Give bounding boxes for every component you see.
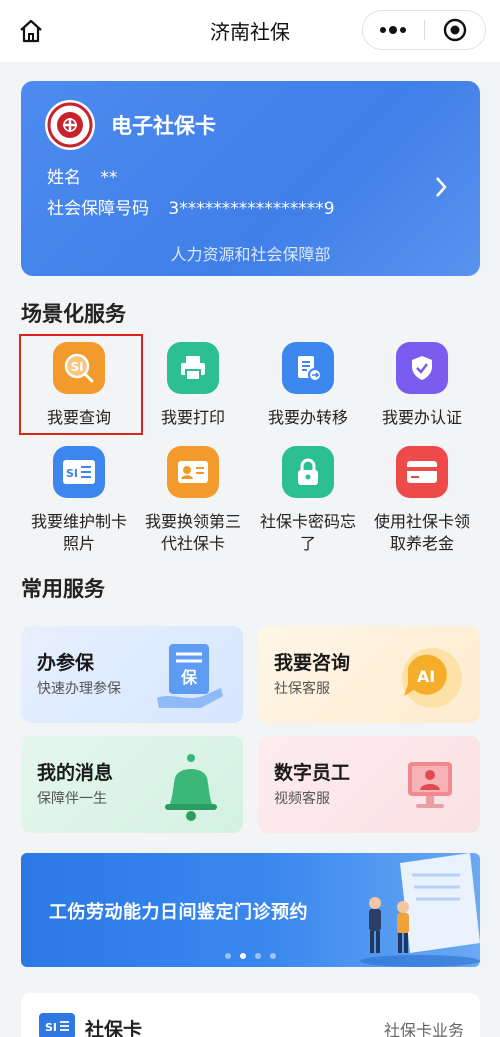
card-name-row: 姓名 ** (47, 163, 117, 188)
more-dots-icon (380, 26, 407, 34)
name-value: ** (100, 168, 118, 188)
scene-item-certify[interactable]: 我要办认证 (363, 342, 481, 429)
card-icon (396, 446, 448, 498)
highlight-box (19, 334, 143, 435)
banner-pagination (21, 953, 480, 959)
bp-icon-text: SI (45, 1021, 57, 1034)
ai-chat-icon: AI (388, 638, 468, 714)
pagination-dot[interactable] (255, 953, 261, 959)
scene-item-pension[interactable]: 使用社保卡领取养老金 (363, 446, 481, 555)
scene-item-label: 我要办认证 (381, 408, 462, 427)
pagination-dot[interactable] (270, 953, 276, 959)
close-circle-icon (443, 18, 466, 42)
scene-item-print[interactable]: 我要打印 (134, 342, 252, 429)
tile-title: 数字员工 (274, 762, 351, 784)
id-card-icon (167, 446, 219, 498)
top-nav-bar: 济南社保 (0, 0, 500, 62)
banner-text: 工伤劳动能力日间鉴定门诊预约 (49, 902, 308, 923)
video-monitor-icon (388, 748, 468, 824)
tile-consult[interactable]: 我要咨询 社保客服 AI (258, 626, 480, 723)
tile-badge: 保 (180, 668, 198, 687)
more-button[interactable] (363, 11, 424, 49)
tile-badge: AI (417, 667, 435, 686)
card-id-row: 社会保障号码 3*****************9 (47, 194, 335, 219)
name-label: 姓名 (47, 168, 81, 188)
social-security-emblem (45, 100, 95, 150)
scene-item-card-photo[interactable]: SI 我要维护制卡照片 (20, 446, 138, 555)
si-card-icon: SI (53, 446, 105, 498)
si-card-business-link[interactable]: 社保卡业务 (384, 1017, 464, 1037)
scene-item-label: 使用社保卡领取养老金 (373, 512, 470, 553)
tile-title: 我的消息 (37, 762, 114, 784)
id-value: 3*****************9 (168, 199, 335, 219)
scene-item-new-card[interactable]: 我要换领第三代社保卡 (134, 446, 252, 555)
pagination-dot[interactable] (225, 953, 231, 959)
common-services-title: 常用服务 (21, 577, 105, 601)
svg-text:SI: SI (66, 467, 78, 480)
mini-program-capsule (362, 10, 486, 50)
banner-illustration (360, 853, 480, 967)
lock-icon (282, 446, 334, 498)
tile-enroll-insurance[interactable]: 办参保 快速办理参保 保 (21, 626, 243, 723)
tile-subtitle: 社保客服 (274, 681, 330, 697)
scene-item-label: 我要打印 (160, 408, 225, 427)
card-issuer: 人力资源和社会保障部 (170, 245, 331, 264)
tile-subtitle: 快速办理参保 (37, 681, 121, 697)
id-label: 社会保障号码 (47, 199, 149, 219)
tile-subtitle: 视频客服 (274, 791, 330, 807)
transfer-document-icon (282, 342, 334, 394)
scene-item-transfer[interactable]: 我要办转移 (249, 342, 367, 429)
tile-title: 我要咨询 (274, 652, 351, 674)
tile-title: 办参保 (37, 652, 95, 674)
close-button[interactable] (424, 11, 485, 49)
scene-item-label: 社保卡密码忘了 (259, 512, 356, 553)
card-title: 电子社保卡 (111, 114, 216, 138)
scene-item-label: 我要办转移 (267, 408, 348, 427)
card-chevron-right-icon (434, 176, 448, 202)
insurance-document-icon: 保 (151, 638, 231, 714)
scene-item-label: 我要换领第三代社保卡 (144, 512, 241, 553)
shield-check-icon (396, 342, 448, 394)
si-card-panel[interactable]: SI 社保卡 社保卡业务 (21, 993, 480, 1037)
tile-digital-staff[interactable]: 数字员工 视频客服 (258, 736, 480, 833)
si-card-panel-title: 社保卡 (85, 1019, 143, 1037)
scene-item-label: 我要维护制卡照片 (30, 512, 127, 553)
scene-item-password[interactable]: 社保卡密码忘了 (249, 446, 367, 555)
tile-subtitle: 保障伴一生 (37, 791, 107, 807)
tile-messages[interactable]: 我的消息 保障伴一生 (21, 736, 243, 833)
social-security-card[interactable]: 电子社保卡 姓名 ** 社会保障号码 3*****************9 人… (21, 81, 480, 276)
scene-services-title: 场景化服务 (21, 302, 126, 326)
promo-banner[interactable]: 工伤劳动能力日间鉴定门诊预约 (21, 853, 480, 967)
bell-icon (151, 748, 231, 824)
si-card-icon: SI (39, 1013, 75, 1037)
pagination-dot-active[interactable] (240, 953, 246, 959)
printer-icon (167, 342, 219, 394)
